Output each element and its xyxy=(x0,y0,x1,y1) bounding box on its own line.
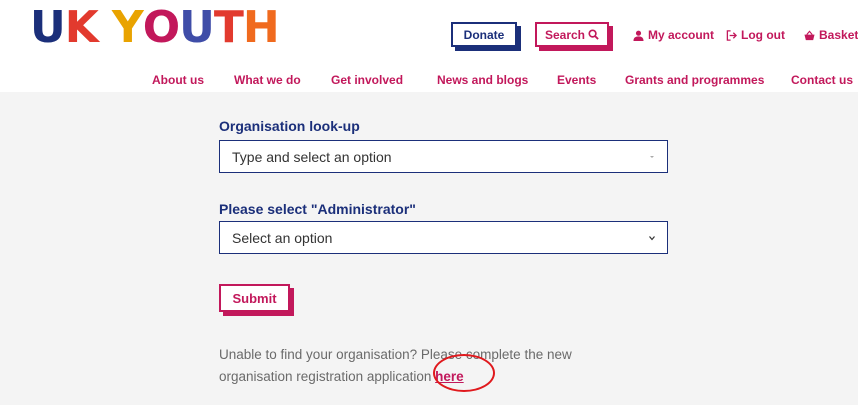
logo-letter: T xyxy=(213,2,244,53)
nav-item-contact-us[interactable]: Contact us xyxy=(791,73,853,87)
uk-youth-logo[interactable]: U K Y O U T H xyxy=(30,2,280,53)
nav-item-get-involved[interactable]: Get involved xyxy=(331,73,403,87)
nav-item-about-us[interactable]: About us xyxy=(152,73,204,87)
basket-label: Basket xyxy=(819,28,858,42)
annotation-circle xyxy=(433,354,495,392)
search-button[interactable]: Search xyxy=(535,22,609,47)
log-out-link[interactable]: Log out xyxy=(726,28,785,42)
donate-label: Donate xyxy=(463,27,505,42)
submit-label: Submit xyxy=(232,290,277,306)
organisation-lookup-value: Type and select an option xyxy=(232,148,392,165)
nav-item-events[interactable]: Events xyxy=(557,73,596,87)
logout-icon xyxy=(726,29,737,41)
administrator-select-value: Select an option xyxy=(232,229,333,246)
logo-letter: U xyxy=(179,2,215,53)
logo-letter: H xyxy=(242,2,280,53)
help-text: Unable to find your organisation? Please… xyxy=(219,344,639,388)
search-icon xyxy=(588,29,599,40)
user-icon xyxy=(633,30,644,41)
submit-button[interactable]: Submit xyxy=(219,284,290,312)
nav-item-what-we-do[interactable]: What we do xyxy=(234,73,301,87)
form-area: Organisation look-up Type and select an … xyxy=(0,92,858,405)
caret-down-icon xyxy=(650,156,654,158)
basket-link[interactable]: Basket xyxy=(804,28,858,42)
my-account-label: My account xyxy=(648,28,715,42)
administrator-select-label: Please select "Administrator" xyxy=(219,201,416,217)
organisation-lookup-select[interactable]: Type and select an option xyxy=(219,140,668,173)
administrator-select[interactable]: Select an option xyxy=(219,221,668,254)
chevron-down-icon xyxy=(649,236,655,241)
donate-button[interactable]: Donate xyxy=(451,22,517,47)
basket-icon xyxy=(804,30,815,40)
logo-letter: Y xyxy=(111,2,144,53)
log-out-label: Log out xyxy=(741,28,785,42)
logo-letter: O xyxy=(142,2,180,53)
logo-letter: U xyxy=(30,2,66,53)
nav-item-news-and-blogs[interactable]: News and blogs xyxy=(437,73,528,87)
help-message: Unable to find your organisation? Please… xyxy=(219,347,572,384)
my-account-link[interactable]: My account xyxy=(633,28,714,42)
organisation-lookup-label: Organisation look-up xyxy=(219,118,360,134)
main-nav: About us What we do Get involved News an… xyxy=(0,73,858,89)
site-header: U K Y O U T H Donate Search My account L… xyxy=(0,0,858,92)
logo-letter: K xyxy=(64,2,99,53)
nav-item-grants-and-programmes[interactable]: Grants and programmes xyxy=(625,73,764,87)
search-label: Search xyxy=(544,27,586,42)
